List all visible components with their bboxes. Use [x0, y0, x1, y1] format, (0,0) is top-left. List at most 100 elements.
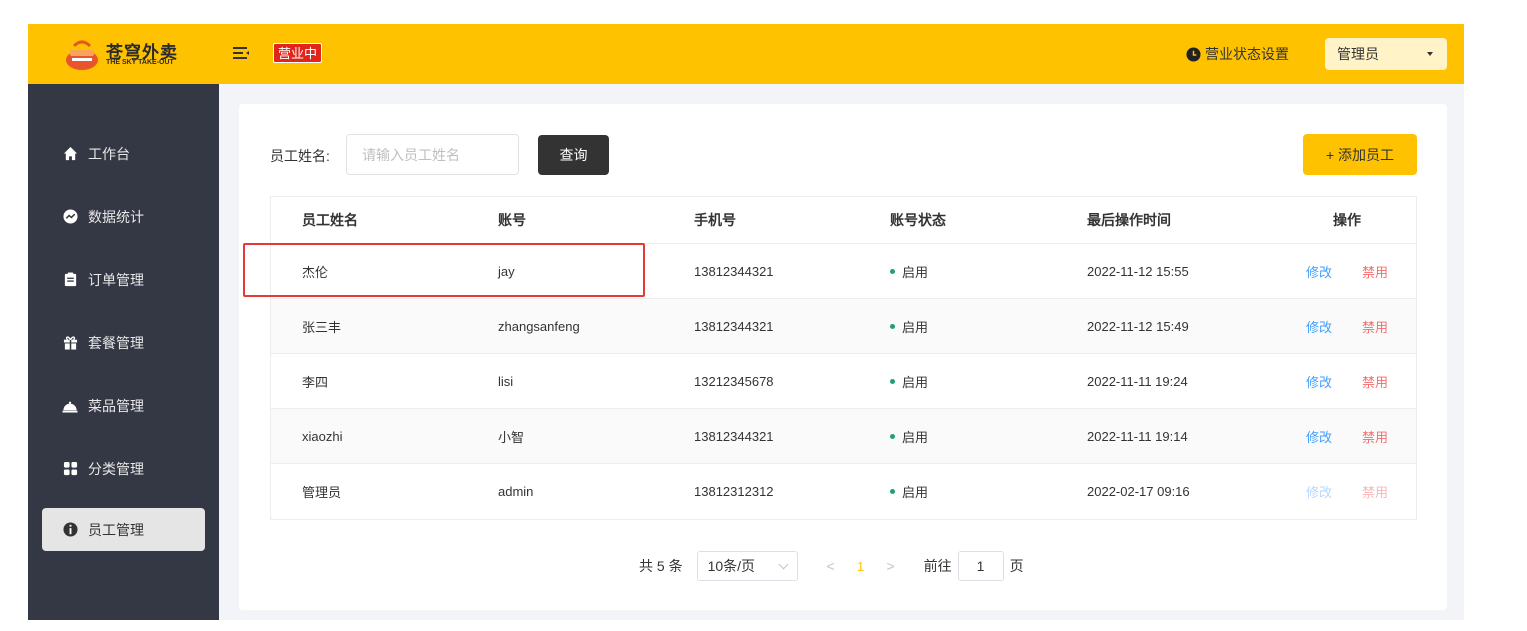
logo-icon — [66, 40, 98, 70]
query-button[interactable]: 查询 — [538, 135, 609, 175]
page-size-value: 10条/页 — [707, 558, 756, 574]
user-label: 管理员 — [1337, 46, 1379, 62]
column-header-actions: 操作 — [1333, 212, 1361, 228]
sidebar-item-combos[interactable]: 套餐管理 — [42, 321, 205, 364]
chart-icon — [62, 209, 78, 225]
cell-updated: 2022-11-12 15:49 — [1087, 318, 1189, 334]
disable-link[interactable]: 禁用 — [1362, 372, 1388, 391]
edit-link[interactable]: 修改 — [1306, 427, 1332, 446]
prev-page-button[interactable]: < — [816, 558, 846, 574]
table-row: 李四 lisi 13212345678 启用 2022-11-11 19:24 … — [271, 354, 1416, 409]
app-window: 苍穹外卖 THE SKY TAKE-OUT 营业中 营业状态设置 管理员 工作台… — [28, 24, 1464, 620]
sidebar-item-workbench[interactable]: 工作台 — [42, 132, 205, 175]
cell-updated: 2022-11-12 15:55 — [1087, 263, 1189, 279]
cell-actions: 修改 禁用 — [1306, 299, 1388, 353]
cell-status: 启用 — [890, 409, 928, 463]
sidebar-item-categories[interactable]: 分类管理 — [42, 447, 205, 490]
table-row: 管理员 admin 13812312312 启用 2022-02-17 09:1… — [271, 464, 1416, 519]
table-header: 员工姓名 账号 手机号 账号状态 最后操作时间 操作 — [271, 197, 1416, 244]
cell-actions: 修改 禁用 — [1306, 244, 1388, 298]
cell-actions: 修改 禁用 — [1306, 354, 1388, 408]
page-size-select[interactable]: 10条/页 — [696, 551, 798, 581]
highlight-annotation — [243, 243, 645, 297]
edit-link[interactable]: 修改 — [1306, 262, 1332, 281]
column-header-account: 账号 — [498, 212, 526, 228]
cell-name: 管理员 — [302, 485, 342, 500]
disable-link[interactable]: 禁用 — [1362, 262, 1388, 281]
status-text: 启用 — [902, 264, 929, 280]
cell-phone: 13812344321 — [694, 428, 774, 444]
cell-account: zhangsanfeng — [498, 318, 580, 334]
sidebar-item-employees[interactable]: 员工管理 — [42, 508, 205, 551]
menu-collapse-icon[interactable] — [232, 44, 250, 62]
pagination-total: 共 5 条 — [639, 558, 683, 574]
sidebar-item-label: 数据统计 — [88, 208, 144, 225]
edit-link[interactable]: 修改 — [1306, 372, 1332, 391]
sidebar-item-label: 员工管理 — [88, 521, 144, 538]
sidebar-item-dishes[interactable]: 菜品管理 — [42, 384, 205, 427]
sidebar-item-label: 工作台 — [88, 145, 130, 162]
cell-status: 启用 — [890, 354, 928, 408]
status-dot-icon — [890, 268, 895, 274]
disable-link[interactable]: 禁用 — [1362, 317, 1388, 336]
cell-phone: 13812344321 — [694, 318, 774, 334]
status-text: 启用 — [902, 485, 929, 500]
employee-panel: 员工姓名: 查询 + 添加员工 员工姓名 账号 手机号 账号状态 最后操作时间 … — [239, 104, 1447, 610]
clock-icon — [1186, 46, 1201, 62]
shop-status-setting[interactable]: 营业状态设置 — [1186, 44, 1289, 64]
sidebar-item-statistics[interactable]: 数据统计 — [42, 195, 205, 238]
goto-label: 前往 — [923, 558, 952, 574]
business-status-tag: 营业中 — [273, 43, 323, 63]
cell-status: 启用 — [890, 299, 928, 353]
cell-name: 张三丰 — [302, 319, 342, 335]
status-dot-icon — [890, 323, 895, 329]
caret-down-icon — [1427, 52, 1433, 56]
column-header-status: 账号状态 — [890, 212, 946, 228]
disable-link[interactable]: 禁用 — [1362, 427, 1388, 446]
cell-actions: 修改 禁用 — [1305, 464, 1388, 519]
cell-updated: 2022-02-17 09:16 — [1087, 484, 1190, 499]
column-header-name: 员工姓名 — [302, 212, 358, 228]
cell-phone: 13812312312 — [694, 484, 774, 499]
sidebar: 工作台 数据统计 订单管理 套餐管理 菜品管理 分类管理 员工管理 — [28, 84, 219, 620]
grid-icon — [62, 461, 78, 477]
edit-link[interactable]: 修改 — [1306, 317, 1332, 336]
dish-icon — [62, 398, 78, 414]
brand-logo: 苍穹外卖 THE SKY TAKE-OUT — [64, 38, 194, 72]
sidebar-item-label: 订单管理 — [88, 271, 144, 288]
edit-link: 修改 — [1305, 485, 1332, 500]
goto-page: 前往 页 — [924, 551, 1024, 581]
shop-status-label: 营业状态设置 — [1205, 46, 1289, 62]
user-dropdown[interactable]: 管理员 — [1325, 38, 1447, 70]
pagination: 共 5 条 10条/页 < 1 > 前往 页 — [639, 551, 1024, 581]
home-icon — [62, 146, 78, 162]
status-text: 启用 — [902, 429, 929, 445]
sidebar-item-orders[interactable]: 订单管理 — [42, 258, 205, 301]
goto-unit: 页 — [1009, 558, 1024, 574]
brand-subtitle: THE SKY TAKE-OUT — [106, 59, 174, 66]
employee-name-input[interactable] — [346, 134, 519, 175]
status-dot-icon — [890, 378, 895, 384]
cell-name: 李四 — [302, 374, 329, 390]
cell-updated: 2022-11-11 19:24 — [1087, 373, 1188, 389]
status-dot-icon — [890, 489, 895, 494]
cell-name: xiaozhi — [302, 428, 343, 444]
cell-updated: 2022-11-11 19:14 — [1087, 428, 1188, 444]
search-label: 员工姓名: — [270, 148, 330, 164]
chevron-down-icon — [778, 559, 789, 569]
cell-account: 小智 — [498, 429, 525, 445]
cell-status: 启用 — [890, 464, 928, 519]
cell-phone: 13212345678 — [694, 373, 774, 389]
sidebar-item-label: 分类管理 — [88, 460, 144, 477]
add-employee-button[interactable]: + 添加员工 — [1303, 134, 1417, 175]
top-header: 苍穹外卖 THE SKY TAKE-OUT 营业中 营业状态设置 管理员 — [28, 24, 1464, 84]
column-header-updated: 最后操作时间 — [1087, 212, 1171, 228]
status-text: 启用 — [902, 319, 929, 335]
gift-icon — [62, 335, 78, 351]
page-number-current[interactable]: 1 — [846, 559, 876, 574]
clipboard-icon — [62, 272, 78, 288]
status-dot-icon — [890, 433, 895, 439]
employee-icon — [62, 522, 78, 538]
goto-page-input[interactable] — [957, 551, 1004, 581]
next-page-button[interactable]: > — [876, 558, 906, 574]
